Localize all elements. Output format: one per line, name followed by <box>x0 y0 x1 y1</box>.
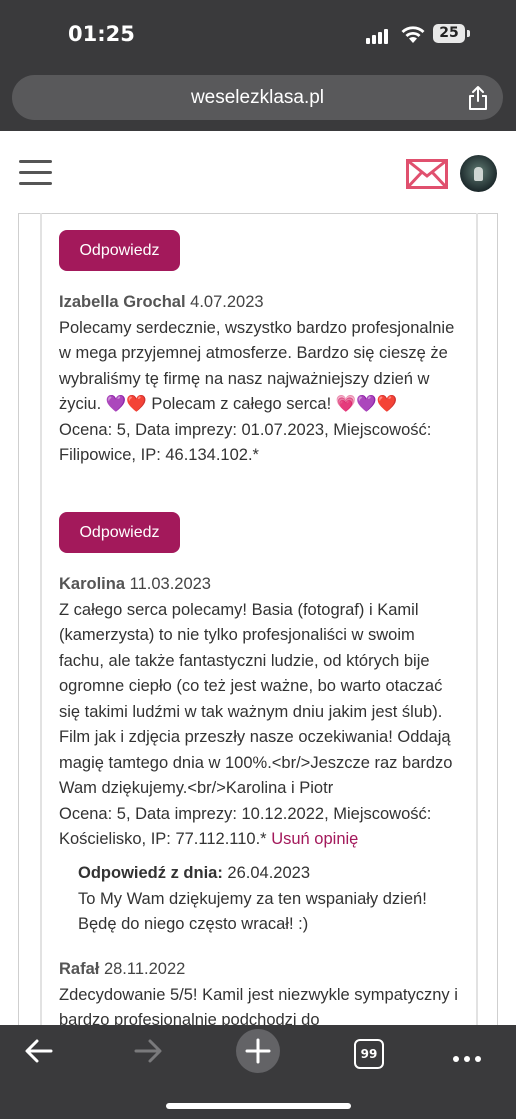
delete-review-link[interactable]: Usuń opinię <box>271 830 358 848</box>
review-text: Zdecydowanie 5/5! Kamil jest niezwykle s… <box>59 985 458 1030</box>
review-author: Izabella Grochal <box>59 293 186 311</box>
owner-answer: Odpowiedź z dnia: 26.04.2023 To My Wam d… <box>78 861 458 938</box>
battery-tip <box>467 30 470 37</box>
review-item: Karolina 11.03.2023 Z całego serca polec… <box>59 572 459 853</box>
plus-icon[interactable] <box>236 1029 280 1073</box>
tabs-icon[interactable]: 99 <box>354 1039 384 1069</box>
review-author: Karolina <box>59 575 126 593</box>
browser-top-bar: 01:25 25 weselezklasa.pl <box>0 0 516 131</box>
answer-label: Odpowiedź z dnia: <box>78 864 223 882</box>
back-icon[interactable] <box>24 1037 54 1065</box>
reply-button[interactable]: Odpowiedz <box>59 230 180 271</box>
answer-date: 26.04.2023 <box>227 864 311 882</box>
review-meta: Ocena: 5, Data imprezy: 10.12.2022, Miej… <box>59 804 432 849</box>
review-text: Z całego serca polecamy! Basia (fotograf… <box>59 600 453 798</box>
address-bar[interactable]: weselezklasa.pl <box>12 75 503 120</box>
review-item: Rafał 28.11.2022 Zdecydowanie 5/5! Kamil… <box>59 957 459 1034</box>
review-date: 28.11.2022 <box>103 960 186 978</box>
review-item: Izabella Grochal 4.07.2023 Polecamy serd… <box>59 290 459 469</box>
avatar[interactable] <box>460 155 497 192</box>
share-icon[interactable] <box>467 85 489 111</box>
wifi-icon <box>401 26 425 43</box>
mail-icon[interactable] <box>406 159 448 189</box>
reply-button[interactable]: Odpowiedz <box>59 512 180 553</box>
review-date: 11.03.2023 <box>129 575 211 593</box>
forward-icon[interactable] <box>133 1037 163 1065</box>
cellular-signal-icon <box>366 28 390 44</box>
home-indicator <box>166 1103 351 1109</box>
battery-indicator: 25 <box>433 24 465 43</box>
status-time: 01:25 <box>68 22 135 46</box>
menu-icon[interactable] <box>19 158 52 186</box>
review-meta: Ocena: 5, Data imprezy: 01.07.2023, Miej… <box>59 420 432 465</box>
url-text[interactable]: weselezklasa.pl <box>12 87 503 109</box>
review-date: 4.07.2023 <box>190 293 264 311</box>
answer-text: To My Wam dziękujemy za ten wspaniały dz… <box>78 889 427 934</box>
more-icon[interactable] <box>453 1049 486 1067</box>
review-author: Rafał <box>59 960 100 978</box>
review-text: Polecamy serdecznie, wszystko bardzo pro… <box>59 318 455 414</box>
